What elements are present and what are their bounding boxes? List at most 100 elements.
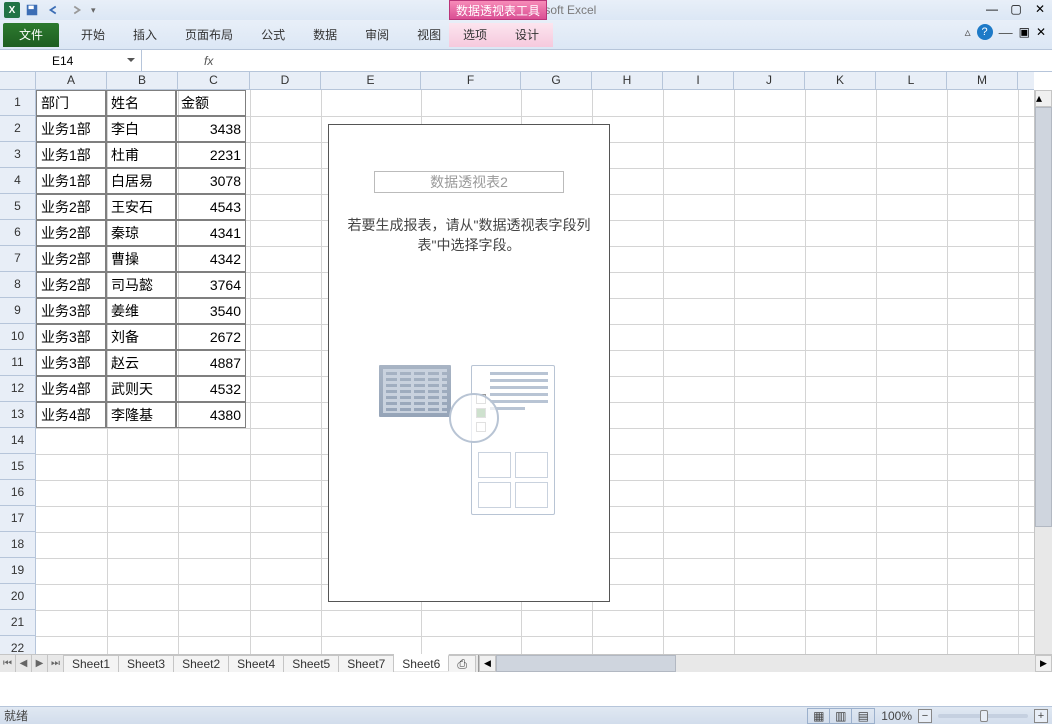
row-header-13[interactable]: 13 <box>0 402 35 428</box>
vertical-scrollbar[interactable]: ▴ ▾ <box>1034 90 1052 672</box>
data-cell[interactable]: 业务3部 <box>36 298 106 324</box>
qat-undo[interactable] <box>44 1 64 19</box>
row-header-14[interactable]: 14 <box>0 428 35 454</box>
window-minimize[interactable]: — <box>984 2 1000 16</box>
data-cell[interactable]: 3438 <box>176 116 246 142</box>
data-cell[interactable]: 业务2部 <box>36 246 106 272</box>
window-restore[interactable]: ▢ <box>1008 2 1024 16</box>
col-header-M[interactable]: M <box>947 72 1018 89</box>
tab-数据[interactable]: 数据 <box>299 23 351 47</box>
data-cell[interactable]: 业务3部 <box>36 324 106 350</box>
data-cell[interactable]: 业务2部 <box>36 272 106 298</box>
sheet-tab-Sheet4[interactable]: Sheet4 <box>229 655 284 672</box>
data-cell[interactable]: 王安石 <box>106 194 176 220</box>
row-header-18[interactable]: 18 <box>0 532 35 558</box>
view-page-break-icon[interactable]: ▤ <box>852 709 874 723</box>
data-cell[interactable]: 业务1部 <box>36 168 106 194</box>
row-header-21[interactable]: 21 <box>0 610 35 636</box>
col-header-G[interactable]: G <box>521 72 592 89</box>
col-header-H[interactable]: H <box>592 72 663 89</box>
data-cell[interactable]: 3540 <box>176 298 246 324</box>
row-header-10[interactable]: 10 <box>0 324 35 350</box>
data-cell[interactable]: 秦琼 <box>106 220 176 246</box>
qat-dropdown-icon[interactable]: ▾ <box>88 5 99 16</box>
row-header-6[interactable]: 6 <box>0 220 35 246</box>
data-cell[interactable]: 司马懿 <box>106 272 176 298</box>
col-header-J[interactable]: J <box>734 72 805 89</box>
row-header-17[interactable]: 17 <box>0 506 35 532</box>
data-cell[interactable]: 4887 <box>176 350 246 376</box>
data-cell[interactable]: 业务4部 <box>36 402 106 428</box>
sheet-nav-first[interactable]: ⏮ <box>0 655 16 672</box>
row-header-3[interactable]: 3 <box>0 142 35 168</box>
row-header-5[interactable]: 5 <box>0 194 35 220</box>
header-cell[interactable]: 金额 <box>176 90 246 116</box>
view-buttons[interactable]: ▦ ▥ ▤ <box>807 708 875 724</box>
data-cell[interactable]: 赵云 <box>106 350 176 376</box>
data-cell[interactable]: 业务1部 <box>36 142 106 168</box>
pivot-placeholder[interactable]: 数据透视表2 若要生成报表，请从"数据透视表字段列表"中选择字段。 <box>328 124 610 602</box>
data-cell[interactable]: 3078 <box>176 168 246 194</box>
col-header-B[interactable]: B <box>107 72 178 89</box>
col-header-L[interactable]: L <box>876 72 947 89</box>
data-cell[interactable]: 2231 <box>176 142 246 168</box>
tab-开始[interactable]: 开始 <box>67 23 119 47</box>
sheet-tab-Sheet6[interactable]: Sheet6 <box>394 654 449 671</box>
qat-save[interactable] <box>22 1 42 19</box>
data-cell[interactable]: 武则天 <box>106 376 176 402</box>
data-cell[interactable]: 4532 <box>176 376 246 402</box>
sheet-nav-prev[interactable]: ◀ <box>16 655 32 672</box>
view-page-layout-icon[interactable]: ▥ <box>830 709 852 723</box>
col-header-F[interactable]: F <box>421 72 521 89</box>
scroll-right-icon[interactable]: ▶ <box>1035 655 1052 672</box>
ribbon-minimize-icon[interactable]: ▵ <box>965 25 971 39</box>
col-header-K[interactable]: K <box>805 72 876 89</box>
insert-sheet-button[interactable]: ⎙ <box>449 655 476 672</box>
workbook-minimize[interactable]: — <box>999 24 1013 40</box>
select-all-corner[interactable] <box>0 72 36 90</box>
data-cell[interactable]: 杜甫 <box>106 142 176 168</box>
data-cell[interactable]: 姜维 <box>106 298 176 324</box>
col-header-C[interactable]: C <box>178 72 250 89</box>
data-cell[interactable]: 业务2部 <box>36 220 106 246</box>
data-cell[interactable]: 4543 <box>176 194 246 220</box>
tab-设计[interactable]: 设计 <box>501 23 553 47</box>
col-header-A[interactable]: A <box>36 72 107 89</box>
data-cell[interactable]: 业务1部 <box>36 116 106 142</box>
row-header-16[interactable]: 16 <box>0 480 35 506</box>
scroll-thumb[interactable] <box>1035 107 1052 527</box>
row-header-20[interactable]: 20 <box>0 584 35 610</box>
row-header-4[interactable]: 4 <box>0 168 35 194</box>
header-cell[interactable]: 部门 <box>36 90 106 116</box>
sheet-tab-Sheet7[interactable]: Sheet7 <box>339 655 394 672</box>
data-cell[interactable]: 业务2部 <box>36 194 106 220</box>
col-header-I[interactable]: I <box>663 72 734 89</box>
help-icon[interactable]: ? <box>977 24 993 40</box>
tab-审阅[interactable]: 审阅 <box>351 23 403 47</box>
tab-视图[interactable]: 视图 <box>403 23 455 47</box>
data-cell[interactable]: 曹操 <box>106 246 176 272</box>
data-table[interactable]: 部门姓名金额业务1部李白3438业务1部杜甫2231业务1部白居易3078业务2… <box>36 90 246 428</box>
data-cell[interactable]: 刘备 <box>106 324 176 350</box>
scroll-left-icon[interactable]: ◀ <box>479 655 496 672</box>
zoom-slider[interactable] <box>938 714 1028 718</box>
row-header-11[interactable]: 11 <box>0 350 35 376</box>
scroll-up-icon[interactable]: ▴ <box>1035 90 1052 107</box>
sheet-tab-Sheet3[interactable]: Sheet3 <box>119 655 174 672</box>
zoom-in-button[interactable]: + <box>1034 709 1048 723</box>
row-header-2[interactable]: 2 <box>0 116 35 142</box>
row-header-8[interactable]: 8 <box>0 272 35 298</box>
workbook-close[interactable]: ✕ <box>1036 25 1046 39</box>
tab-页面布局[interactable]: 页面布局 <box>171 23 247 47</box>
data-cell[interactable]: 3764 <box>176 272 246 298</box>
sheet-tab-Sheet1[interactable]: Sheet1 <box>64 655 119 672</box>
zoom-out-button[interactable]: − <box>918 709 932 723</box>
hscroll-thumb[interactable] <box>496 655 676 672</box>
data-cell[interactable]: 4341 <box>176 220 246 246</box>
view-normal-icon[interactable]: ▦ <box>808 709 830 723</box>
sheet-nav-next[interactable]: ▶ <box>32 655 48 672</box>
col-header-E[interactable]: E <box>321 72 421 89</box>
row-header-12[interactable]: 12 <box>0 376 35 402</box>
workbook-restore[interactable]: ▣ <box>1019 25 1030 39</box>
row-header-9[interactable]: 9 <box>0 298 35 324</box>
